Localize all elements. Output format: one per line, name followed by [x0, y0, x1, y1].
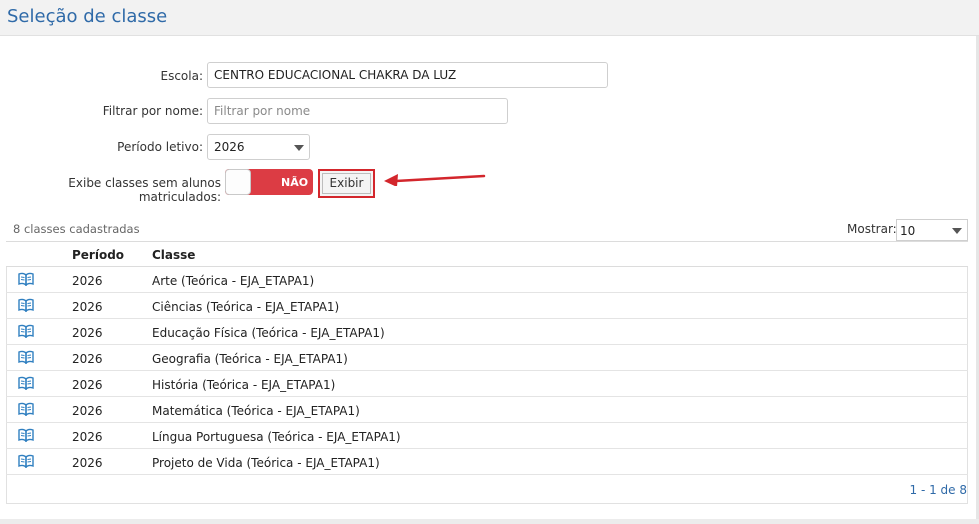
cell-periodo: 2026: [72, 430, 103, 444]
open-book-icon[interactable]: [18, 324, 34, 338]
table-row[interactable]: 2026 Ciências (Teórica - EJA_ETAPA1): [6, 293, 968, 319]
exibe-sem-alunos-toggle[interactable]: NÃO: [225, 169, 313, 195]
cell-classe: Projeto de Vida (Teórica - EJA_ETAPA1): [152, 456, 380, 470]
cell-periodo: 2026: [72, 456, 103, 470]
cell-periodo: 2026: [72, 326, 103, 340]
page-size-value: 10: [900, 224, 916, 238]
cell-periodo: 2026: [72, 352, 103, 366]
cell-periodo: 2026: [72, 378, 103, 392]
filter-name-input[interactable]: [207, 98, 508, 124]
cell-classe: Língua Portuguesa (Teórica - EJA_ETAPA1): [152, 430, 401, 444]
open-book-icon[interactable]: [18, 402, 34, 416]
toggle-knob: [225, 169, 251, 195]
chevron-down-icon: [294, 145, 304, 151]
table-row[interactable]: 2026 Projeto de Vida (Teórica - EJA_ETAPA…: [6, 449, 968, 475]
cell-classe: História (Teórica - EJA_ETAPA1): [152, 378, 336, 392]
red-arrow-annotation-icon: [384, 174, 486, 186]
open-book-icon[interactable]: [18, 454, 34, 468]
periodo-select-value: 2026: [214, 140, 245, 154]
table-row[interactable]: 2026 Arte (Teórica - EJA_ETAPA1): [6, 267, 968, 293]
column-header-classe: Classe: [152, 248, 196, 262]
table-row[interactable]: 2026 Matemática (Teórica - EJA_ETAPA1): [6, 397, 968, 423]
exibe-label: Exibe classes sem alunos matriculados:: [68, 176, 221, 204]
open-book-icon[interactable]: [18, 376, 34, 390]
toggle-label: NÃO: [281, 176, 309, 189]
bottom-border: [0, 519, 979, 524]
table-header: Período Classe: [6, 241, 968, 267]
mostrar-label: Mostrar:: [847, 222, 897, 236]
open-book-icon[interactable]: [18, 298, 34, 312]
filtro-label: Filtrar por nome:: [102, 104, 203, 118]
periodo-label: Período letivo:: [117, 140, 203, 154]
table-row[interactable]: 2026 História (Teórica - EJA_ETAPA1): [6, 371, 968, 397]
cell-periodo: 2026: [72, 274, 103, 288]
exibir-button[interactable]: Exibir: [318, 169, 375, 198]
cell-classe: Matemática (Teórica - EJA_ETAPA1): [152, 404, 360, 418]
escola-label: Escola:: [160, 69, 203, 83]
cell-classe: Educação Física (Teórica - EJA_ETAPA1): [152, 326, 385, 340]
page-header: Seleção de classe: [0, 0, 979, 36]
cell-classe: Arte (Teórica - EJA_ETAPA1): [152, 274, 315, 288]
chevron-down-icon: [952, 228, 962, 234]
open-book-icon[interactable]: [18, 272, 34, 286]
cell-periodo: 2026: [72, 404, 103, 418]
table-row[interactable]: 2026 Educação Física (Teórica - EJA_ETAPA…: [6, 319, 968, 345]
table-row[interactable]: 2026 Língua Portuguesa (Teórica - EJA_ETA…: [6, 423, 968, 449]
table-row[interactable]: 2026 Geografia (Teórica - EJA_ETAPA1): [6, 345, 968, 371]
page-title: Seleção de classe: [7, 6, 168, 27]
pagination-info: 1 - 1 de 8: [909, 483, 968, 497]
column-header-periodo: Período: [72, 248, 125, 262]
cell-classe: Geografia (Teórica - EJA_ETAPA1): [152, 352, 348, 366]
open-book-icon[interactable]: [18, 428, 34, 442]
escola-field[interactable]: [207, 62, 608, 88]
exibir-button-inner-border: [322, 173, 371, 194]
cell-periodo: 2026: [72, 300, 103, 314]
class-count: 8 classes cadastradas: [13, 222, 140, 236]
cell-classe: Ciências (Teórica - EJA_ETAPA1): [152, 300, 340, 314]
open-book-icon[interactable]: [18, 350, 34, 364]
